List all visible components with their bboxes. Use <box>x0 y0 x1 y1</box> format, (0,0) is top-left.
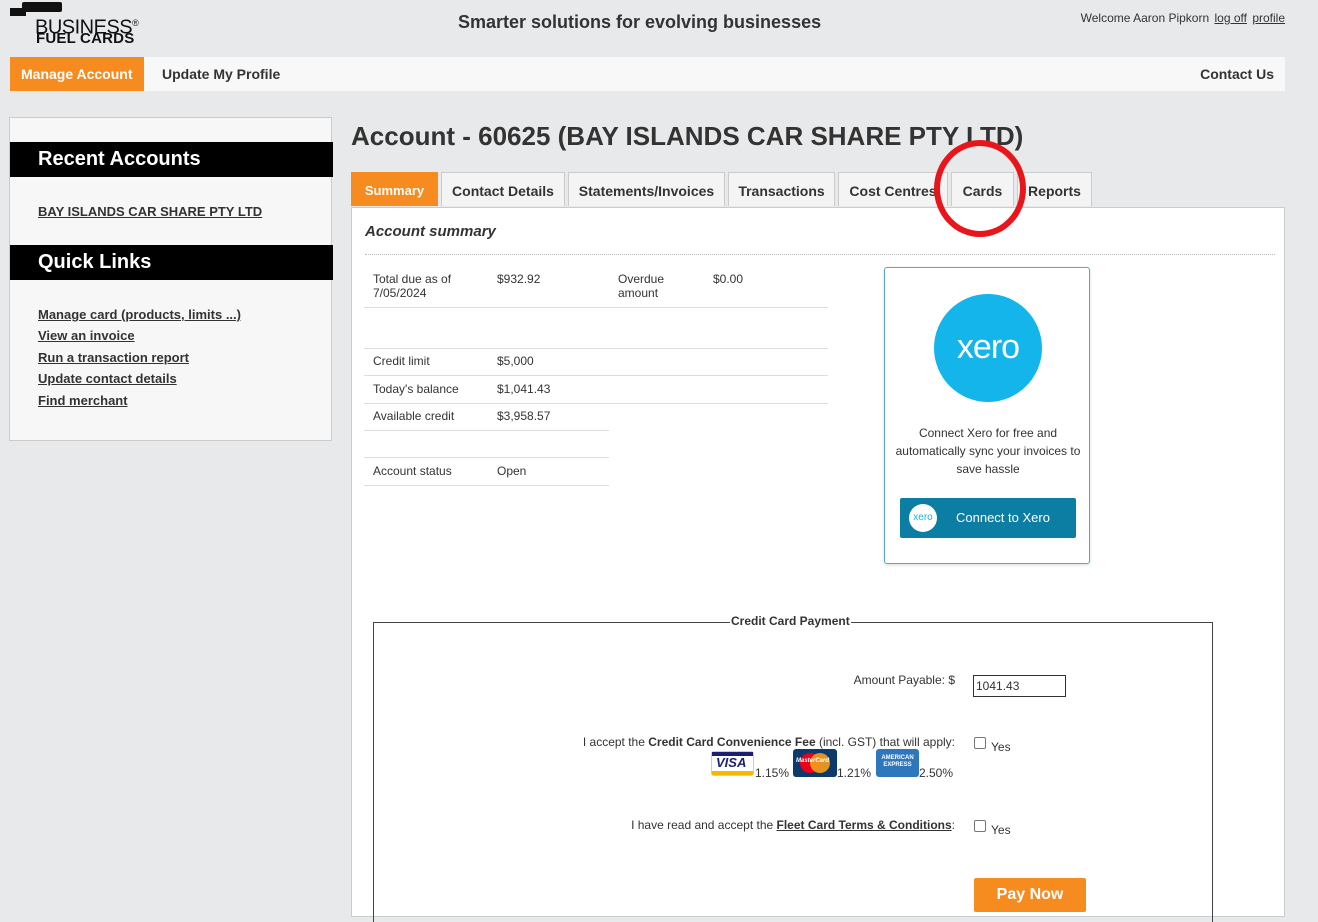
row-divider <box>364 430 609 431</box>
terms-accept-checkbox[interactable] <box>974 820 986 832</box>
fee-accept-yes-label: Yes <box>991 740 1011 754</box>
welcome-text: Welcome Aaron Pipkorn <box>1080 11 1210 25</box>
fee-accept-checkbox[interactable] <box>974 737 986 749</box>
mastercard-icon: MasterCard <box>793 749 837 777</box>
quick-link-manage-card[interactable]: Manage card (products, limits ...) <box>38 307 241 322</box>
connect-to-xero-label: Connect to Xero <box>956 510 1050 525</box>
quick-link-transaction-report[interactable]: Run a transaction report <box>38 350 189 365</box>
overdue-value: $0.00 <box>713 272 744 286</box>
tagline: Smarter solutions for evolving businesse… <box>458 12 822 32</box>
amex-icon: AMERICAN EXPRESS <box>876 749 919 777</box>
balance-value: $1,041.43 <box>497 382 551 396</box>
amount-payable-input[interactable] <box>973 675 1066 697</box>
tab-summary[interactable]: Summary <box>351 172 438 206</box>
quick-link-find-merchant[interactable]: Find merchant <box>38 393 128 408</box>
red-annotation-circle <box>934 140 1026 237</box>
amount-payable-label: Amount Payable: $ <box>853 673 955 687</box>
total-due-value: $932.92 <box>497 272 541 286</box>
row-divider <box>364 348 828 349</box>
page-title: Account - 60625 (BAY ISLANDS CAR SHARE P… <box>351 121 1024 151</box>
row-divider <box>364 307 828 308</box>
logo-line2: FUEL CARDS <box>36 30 135 47</box>
row-divider <box>364 403 828 404</box>
account-status-label: Account status <box>373 464 452 478</box>
pay-now-button[interactable]: Pay Now <box>974 878 1086 912</box>
total-due-label: Total due as of 7/05/2024 <box>373 272 452 300</box>
recent-account-link[interactable]: BAY ISLANDS CAR SHARE PTY LTD <box>38 204 262 219</box>
fleet-card-terms-link[interactable]: Fleet Card Terms & Conditions <box>777 818 952 832</box>
quick-link-update-contact[interactable]: Update contact details <box>38 371 177 386</box>
available-credit-label: Available credit <box>373 409 455 423</box>
visa-icon: VISA <box>711 751 754 776</box>
xero-mini-logo-icon: xero <box>909 504 937 532</box>
nav-contact-us[interactable]: Contact Us <box>1189 57 1285 91</box>
logo-mark-small <box>10 8 26 16</box>
amex-fee-rate: 2.50% <box>919 766 954 780</box>
row-divider <box>364 457 609 458</box>
mastercard-fee-rate: 1.21% <box>837 766 872 780</box>
tab-statements-invoices[interactable]: Statements/Invoices <box>568 172 725 206</box>
welcome-bar: Welcome Aaron Pipkorn log off profile <box>1081 11 1285 25</box>
tab-reports[interactable]: Reports <box>1017 172 1092 206</box>
terms-text: I have read and accept the Fleet Card Te… <box>631 818 955 832</box>
terms-accept-yes-label: Yes <box>991 823 1011 837</box>
connect-to-xero-button[interactable]: xero Connect to Xero <box>900 498 1076 538</box>
profile-link[interactable]: profile <box>1252 11 1285 25</box>
tab-contact-details[interactable]: Contact Details <box>441 172 565 206</box>
tab-cost-centres[interactable]: Cost Centres <box>838 172 948 206</box>
credit-limit-label: Credit limit <box>373 354 430 368</box>
account-status-value: Open <box>497 464 527 478</box>
row-divider <box>364 485 609 486</box>
quick-links-heading: Quick Links <box>10 245 333 280</box>
recent-accounts-heading: Recent Accounts <box>10 142 333 177</box>
sidebar: Recent Accounts BAY ISLANDS CAR SHARE PT… <box>9 117 333 441</box>
logoff-link[interactable]: log off <box>1214 11 1246 25</box>
xero-connect-card: xero Connect Xero for free and automatic… <box>884 267 1090 564</box>
overdue-label: Overdue amount <box>618 272 665 300</box>
tab-transactions[interactable]: Transactions <box>728 172 835 206</box>
visa-fee-rate: 1.15% <box>755 766 790 780</box>
logo-mark <box>22 2 62 12</box>
business-fuel-cards-logo[interactable]: BUSINESS® FUEL CARDS <box>10 2 140 48</box>
main-nav: Manage Account Update My Profile Contact… <box>10 57 1285 91</box>
nav-manage-account[interactable]: Manage Account <box>10 57 144 91</box>
divider <box>365 254 1275 255</box>
xero-description: Connect Xero for free and automatically … <box>895 426 1081 476</box>
xero-logo: xero <box>934 294 1042 402</box>
credit-limit-value: $5,000 <box>497 354 534 368</box>
balance-label: Today's balance <box>373 382 459 396</box>
quick-link-view-invoice[interactable]: View an invoice <box>38 328 135 343</box>
credit-card-payment-legend: Credit Card Payment <box>730 614 851 628</box>
nav-update-profile[interactable]: Update My Profile <box>151 57 291 91</box>
available-credit-value: $3,958.57 <box>497 409 551 423</box>
convenience-fee-text: I accept the Credit Card Convenience Fee… <box>582 735 955 749</box>
summary-heading: Account summary <box>365 223 496 240</box>
row-divider <box>364 375 828 376</box>
